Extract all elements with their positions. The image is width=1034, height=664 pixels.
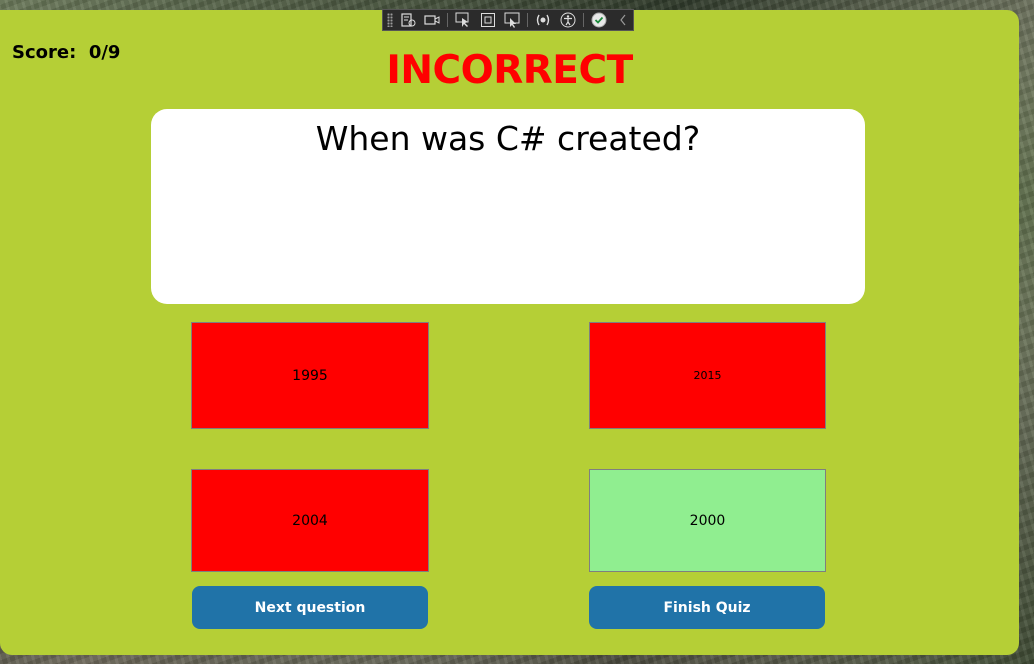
next-question-button[interactable]: Next question: [192, 586, 428, 629]
select-element-icon[interactable]: [453, 10, 473, 30]
answer-button-2015[interactable]: 2015: [589, 322, 826, 429]
record-icon[interactable]: [423, 10, 443, 30]
toolbar-separator: [527, 13, 529, 27]
finish-quiz-button[interactable]: Finish Quiz: [589, 586, 825, 629]
toolbar-grip[interactable]: [387, 13, 393, 27]
answer-button-2000[interactable]: 2000: [589, 469, 826, 572]
xaml-debug-toolbar: [382, 9, 634, 31]
answer-button-2004[interactable]: 2004: [191, 469, 429, 572]
display-layout-adorners-icon[interactable]: [478, 10, 498, 30]
result-title: INCORRECT: [386, 48, 633, 93]
toolbar-separator: [582, 13, 584, 27]
binding-failures-icon[interactable]: [533, 10, 553, 30]
question-text: When was C# created?: [315, 119, 701, 158]
toolbar-separator: [447, 13, 449, 27]
track-focus-icon[interactable]: [503, 10, 523, 30]
question-card: When was C# created?: [151, 109, 865, 304]
accessibility-checker-icon[interactable]: [558, 10, 578, 30]
live-visual-tree-icon[interactable]: [398, 10, 418, 30]
collapse-chevron-icon[interactable]: [613, 10, 633, 30]
quiz-window: Score: 0/9 INCORRECT: [0, 10, 1019, 655]
hot-reload-ok-icon[interactable]: [589, 10, 609, 30]
answer-button-1995[interactable]: 1995: [191, 322, 429, 429]
